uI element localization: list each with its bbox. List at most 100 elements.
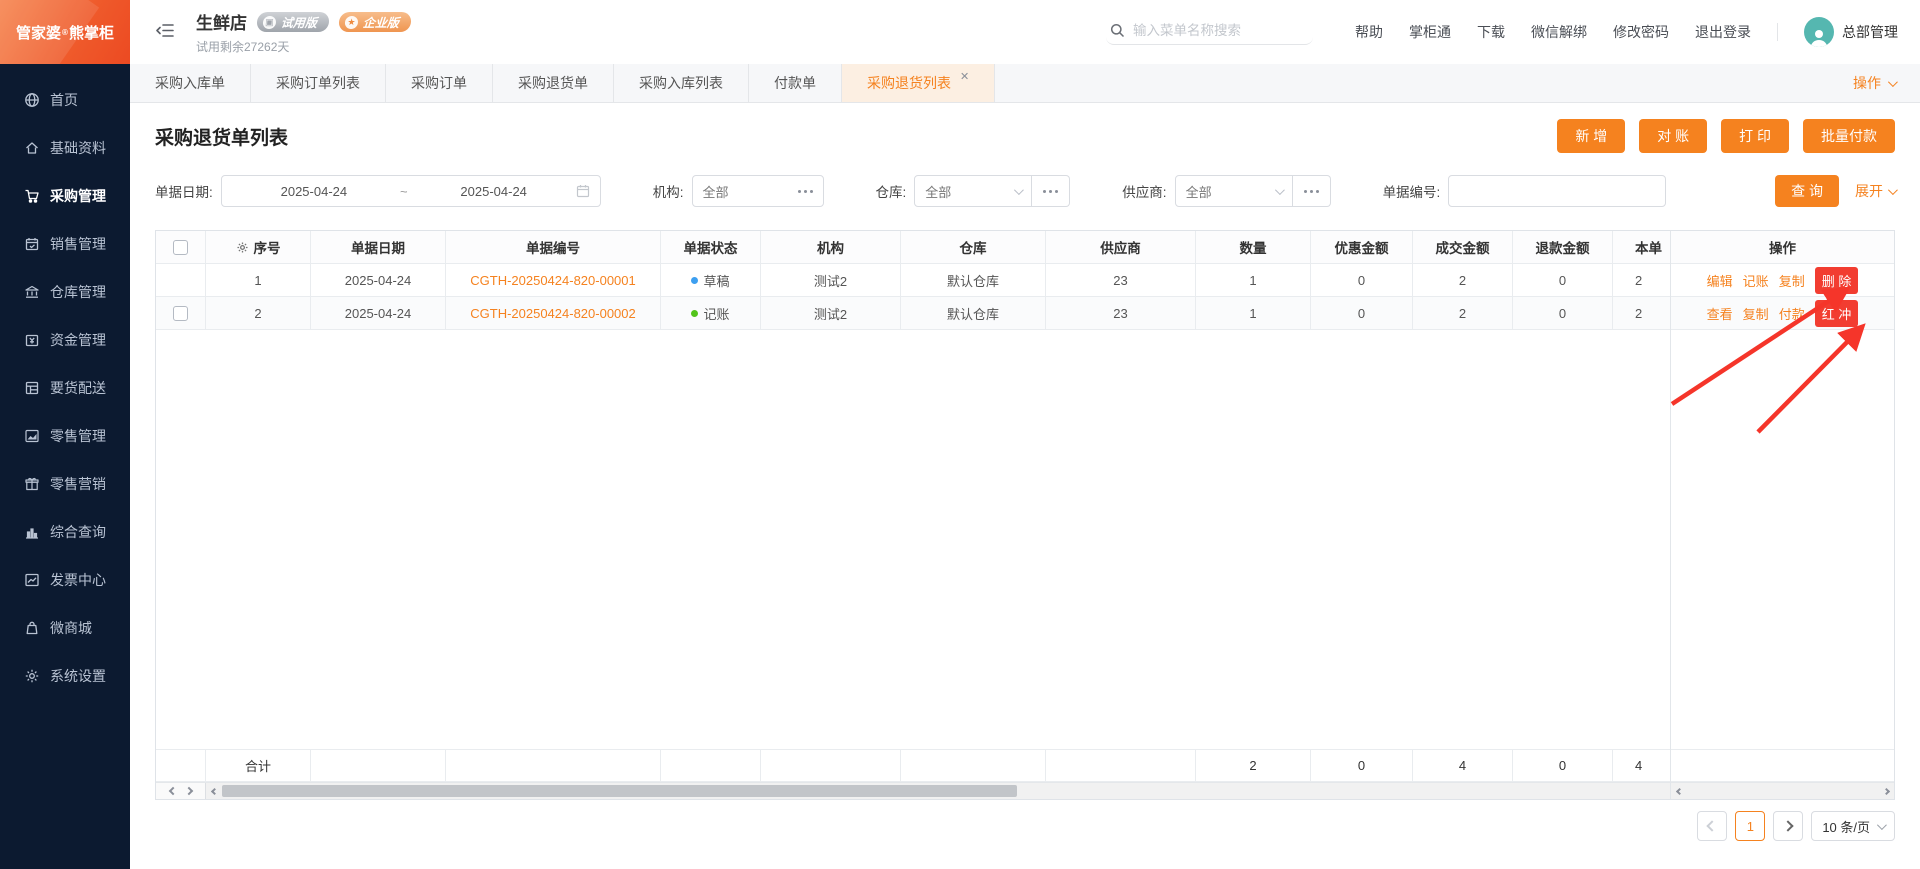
horizontal-scrollbar (156, 782, 1670, 799)
copy-link[interactable]: 复制 (1743, 304, 1769, 323)
warehouse-select[interactable]: 全部 (914, 175, 1032, 207)
page-number-button[interactable]: 1 (1735, 811, 1765, 841)
row-seq: 2 (206, 297, 311, 329)
row-refund-amount: 0 (1513, 297, 1613, 329)
sidebar-item-basic-data[interactable]: 基础资料 (0, 124, 130, 172)
sidebar-collapse-icon[interactable] (156, 22, 175, 44)
copy-link[interactable]: 复制 (1779, 271, 1805, 290)
sidebar-item-sales[interactable]: 销售管理 (0, 220, 130, 268)
brand-logo-main: 管家婆 (16, 22, 61, 43)
bill-no-label: 单据编号: (1383, 181, 1441, 201)
user-menu[interactable]: 总部管理 (1804, 17, 1898, 47)
reconcile-button[interactable]: 对 账 (1639, 119, 1707, 153)
edit-link[interactable]: 编辑 (1707, 271, 1733, 290)
col-code: 单据编号 (446, 231, 661, 263)
sidebar-item-home[interactable]: 首页 (0, 76, 130, 124)
date-to-input[interactable]: 2025-04-24 (412, 184, 576, 199)
scrollbar-thumb[interactable] (222, 785, 1017, 797)
filter-bar: 单据日期: 2025-04-24 ~ 2025-04-24 机构: 全部 仓库:… (155, 175, 1895, 207)
wechat-unbind-link[interactable]: 微信解绑 (1531, 22, 1587, 42)
bill-no-input[interactable] (1459, 184, 1655, 199)
sidebar-item-queries[interactable]: 综合查询 (0, 508, 130, 556)
sidebar-item-label: 采购管理 (50, 186, 106, 206)
supplier-select[interactable]: 全部 (1175, 175, 1293, 207)
org-label: 机构: (653, 181, 684, 201)
summary-qty: 2 (1196, 750, 1311, 781)
col-org: 机构 (761, 231, 901, 263)
scroll-left-icon[interactable] (206, 783, 222, 799)
sidebar-item-funds[interactable]: 资金管理 (0, 316, 130, 364)
sidebar-item-purchase[interactable]: 采购管理 (0, 172, 130, 220)
pay-link[interactable]: 付款 (1779, 304, 1805, 323)
tab-payment-bill[interactable]: 付款单 (749, 64, 842, 102)
tab-purchase-inbound-list[interactable]: 采购入库列表 (614, 64, 749, 102)
scroll-left-icon[interactable] (168, 787, 176, 795)
red-reverse-button[interactable]: 红 冲 (1815, 300, 1859, 327)
print-button[interactable]: 打 印 (1721, 119, 1789, 153)
table-row: 2 2025-04-24 CGTH-20250424-820-00002 记账 … (156, 297, 1670, 330)
search-button[interactable]: 查 询 (1775, 175, 1839, 207)
tab-purchase-order[interactable]: 采购订单 (386, 64, 493, 102)
row-checkbox[interactable] (173, 306, 188, 321)
expand-filters-link[interactable]: 展开 (1855, 181, 1895, 201)
batch-payment-button[interactable]: 批量付款 (1803, 119, 1895, 153)
status-text: 草稿 (703, 271, 729, 290)
post-link[interactable]: 记账 (1743, 271, 1769, 290)
date-from-input[interactable]: 2025-04-24 (232, 184, 396, 199)
sidebar-item-retail-marketing[interactable]: 零售营销 (0, 460, 130, 508)
summary-deal: 4 (1413, 750, 1513, 781)
search-input[interactable] (1133, 23, 1303, 38)
scroll-right-icon[interactable] (184, 787, 192, 795)
enterprise-version-badge: ★企业版 (338, 12, 411, 32)
sidebar-item-label: 零售营销 (50, 474, 106, 494)
row-seq: 1 (206, 264, 311, 296)
date-range-separator: ~ (396, 184, 412, 199)
close-tab-icon[interactable]: ✕ (960, 70, 969, 83)
sidebar-item-micro-mall[interactable]: 微商城 (0, 604, 130, 652)
zhanggui-tong-link[interactable]: 掌柜通 (1409, 22, 1451, 42)
store-name: 生鲜店 (196, 9, 247, 34)
change-password-link[interactable]: 修改密码 (1613, 22, 1669, 42)
gift-icon (24, 476, 40, 492)
scroll-right-icon[interactable] (1878, 783, 1894, 799)
tab-purchase-order-list[interactable]: 采购订单列表 (251, 64, 386, 102)
next-page-button[interactable] (1773, 811, 1803, 841)
table-row: 1 2025-04-24 CGTH-20250424-820-00001 草稿 … (156, 264, 1670, 297)
tab-purchase-return-list[interactable]: 采购退货列表 ✕ (842, 64, 995, 102)
user-name: 总部管理 (1842, 22, 1898, 42)
sidebar-item-invoice-center[interactable]: 发票中心 (0, 556, 130, 604)
sidebar-item-label: 仓库管理 (50, 282, 106, 302)
prev-page-button[interactable] (1697, 811, 1727, 841)
tab-actions-dropdown[interactable]: 操作 (1853, 64, 1895, 102)
logout-link[interactable]: 退出登录 (1695, 22, 1751, 42)
bar-chart-icon (24, 524, 40, 540)
warehouse-more-button[interactable] (1032, 175, 1070, 207)
date-range-picker[interactable]: 2025-04-24 ~ 2025-04-24 (221, 175, 601, 207)
column-settings-gear-icon[interactable] (236, 241, 249, 254)
summary-row: 合计 2 0 4 0 4 (156, 749, 1670, 782)
sidebar-item-warehouse[interactable]: 仓库管理 (0, 268, 130, 316)
sidebar-item-retail-mgmt[interactable]: 零售管理 (0, 412, 130, 460)
sidebar-item-settings[interactable]: 系统设置 (0, 652, 130, 700)
row-org: 测试2 (761, 264, 901, 296)
bill-code-link[interactable]: CGTH-20250424-820-00002 (470, 306, 636, 321)
scrollbar-track[interactable] (1017, 783, 1670, 799)
tab-purchase-inbound[interactable]: 采购入库单 (130, 64, 251, 102)
row-org: 测试2 (761, 297, 901, 329)
org-select[interactable]: 全部 (692, 175, 824, 207)
avatar (1804, 17, 1834, 47)
page-size-select[interactable]: 10 条/页 (1811, 811, 1895, 841)
view-link[interactable]: 查看 (1707, 304, 1733, 323)
tab-purchase-return[interactable]: 采购退货单 (493, 64, 614, 102)
add-button[interactable]: 新 增 (1557, 119, 1625, 153)
sidebar-item-distribution[interactable]: 要货配送 (0, 364, 130, 412)
topbar: 生鲜店 ▣试用版 ★企业版 试用剩余27262天 帮助 掌柜通 下载 微信解绑 … (130, 0, 1920, 64)
scroll-left-icon[interactable] (1671, 783, 1687, 799)
delete-button[interactable]: 删 除 (1815, 267, 1859, 294)
help-link[interactable]: 帮助 (1355, 22, 1383, 42)
select-all-checkbox[interactable] (173, 240, 188, 255)
vault-icon (24, 332, 40, 348)
bill-code-link[interactable]: CGTH-20250424-820-00001 (470, 273, 636, 288)
download-link[interactable]: 下载 (1477, 22, 1505, 42)
supplier-more-button[interactable] (1293, 175, 1331, 207)
